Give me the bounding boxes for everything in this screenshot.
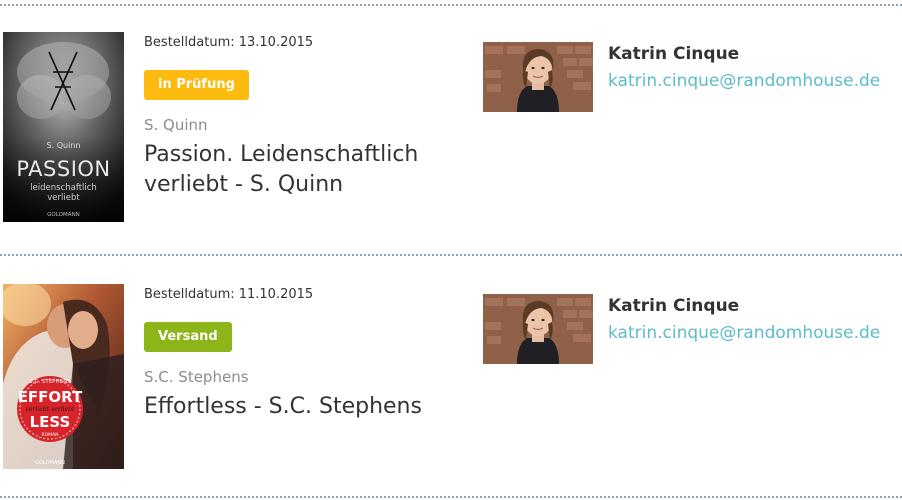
- contact-email-link[interactable]: katrin.cinque@randomhouse.de: [608, 323, 880, 343]
- status-badge: in Prüfung: [144, 70, 249, 100]
- order-divider: [0, 254, 902, 256]
- order-meta: Bestelldatum: 11.10.2015 Versand S.C. St…: [144, 287, 422, 419]
- book-cover-image: S.C. STEPHENS EFFORT verliebt verliebt L…: [3, 284, 124, 469]
- order-meta: Bestelldatum: 13.10.2015 in Prüfung S. Q…: [144, 35, 418, 197]
- cover-subtitle-line1: leidenschaftlich: [30, 183, 97, 193]
- contact-name: Katrin Cinque: [608, 44, 740, 64]
- order-divider-bottom: [0, 496, 902, 498]
- cover-publisher-text: GOLDMANN: [35, 460, 65, 466]
- avatar-image: [483, 294, 593, 364]
- order-divider-top: [0, 4, 902, 6]
- book-cover-image: S. Quinn PASSION leidenschaftlich verlie…: [3, 32, 124, 222]
- book-title[interactable]: Effortless - S.C. Stephens: [144, 392, 464, 422]
- cover-subtitle-text: verliebt verliebt: [26, 406, 75, 413]
- cover-genre-text: ROMAN: [42, 432, 59, 438]
- order-date: Bestelldatum: 11.10.2015: [144, 287, 314, 302]
- contact-avatar: [483, 42, 593, 112]
- book-title[interactable]: Passion. Leidenschaftlich verliebt - S. …: [144, 140, 444, 200]
- book-cover-passion[interactable]: S. Quinn PASSION leidenschaftlich verlie…: [3, 32, 124, 222]
- cover-publisher-text: GOLDMANN: [47, 212, 80, 218]
- cover-title-text: PASSION: [16, 157, 110, 181]
- cover-author-text: S. Quinn: [47, 141, 81, 150]
- book-author[interactable]: S. Quinn: [144, 116, 208, 134]
- status-badge: Versand: [144, 322, 232, 352]
- book-cover-effortless[interactable]: S.C. STEPHENS EFFORT verliebt verliebt L…: [3, 284, 124, 469]
- contact-email-link[interactable]: katrin.cinque@randomhouse.de: [608, 71, 880, 91]
- cover-title-line1: EFFORT: [18, 388, 83, 406]
- book-author[interactable]: S.C. Stephens: [144, 368, 249, 386]
- cover-subtitle-line2: verliebt: [47, 193, 80, 203]
- cover-title-line2: LESS: [30, 413, 71, 431]
- contact-avatar: [483, 294, 593, 364]
- cover-author-text: S.C. STEPHENS: [29, 379, 71, 385]
- contact-name: Katrin Cinque: [608, 296, 740, 316]
- avatar-image: [483, 42, 593, 112]
- order-date: Bestelldatum: 13.10.2015: [144, 35, 314, 50]
